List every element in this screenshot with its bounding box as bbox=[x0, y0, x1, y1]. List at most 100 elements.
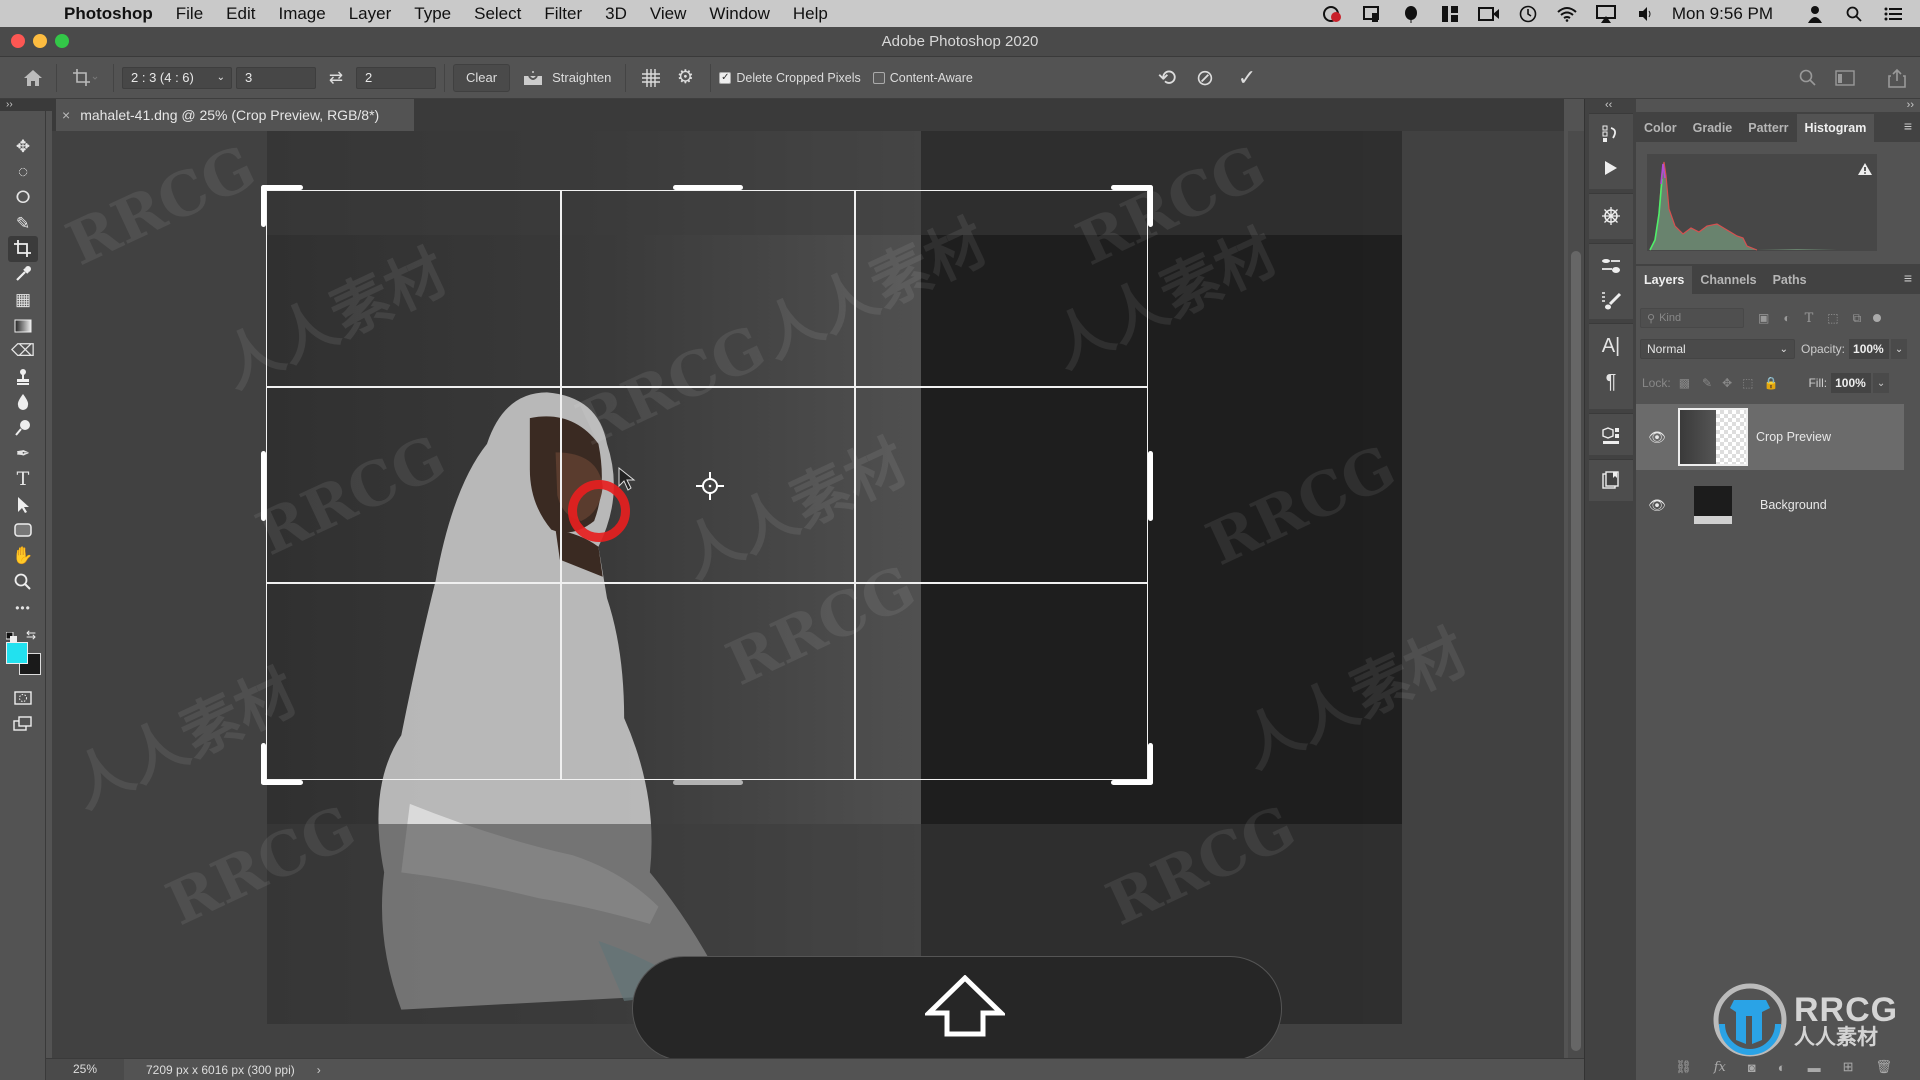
tab-patterns[interactable]: Patterr bbox=[1740, 114, 1796, 142]
tool-rectangle[interactable] bbox=[8, 517, 38, 543]
tab-channels[interactable]: Channels bbox=[1692, 266, 1764, 294]
tool-patch[interactable]: ▦ bbox=[8, 287, 38, 313]
filter-pixel-layers-icon[interactable]: ▣ bbox=[1758, 311, 1769, 325]
panel-menu-icon[interactable]: ≡ bbox=[1904, 118, 1912, 134]
tool-lasso[interactable]: ⵔ bbox=[8, 185, 38, 211]
fill-slider-toggle[interactable]: ⌄ bbox=[1873, 373, 1890, 393]
foreground-color-swatch[interactable] bbox=[6, 642, 28, 664]
swap-colors-icon[interactable]: ⇆ bbox=[26, 628, 36, 642]
character-panel-icon[interactable]: A| bbox=[1593, 329, 1629, 363]
menu-help[interactable]: Help bbox=[793, 4, 828, 24]
tool-pen[interactable]: ✒ bbox=[8, 441, 38, 467]
crop-handle-bottom-right[interactable] bbox=[1111, 780, 1153, 785]
navigator-wheel-icon[interactable] bbox=[1593, 199, 1629, 233]
tool-type[interactable]: T bbox=[8, 466, 38, 492]
airplay-icon[interactable] bbox=[1594, 4, 1618, 23]
tool-crop[interactable] bbox=[8, 236, 38, 262]
tool-eraser[interactable]: ⌫ bbox=[8, 338, 38, 364]
new-layer-icon[interactable]: ⊞ bbox=[1843, 1059, 1854, 1075]
menu-window[interactable]: Window bbox=[709, 4, 769, 24]
layer-visibility-eye-icon[interactable]: 👁 bbox=[1646, 497, 1668, 514]
creative-cloud-icon[interactable] bbox=[1321, 5, 1345, 23]
crop-handle-top-right[interactable] bbox=[1111, 185, 1153, 190]
crop-bounding-box[interactable] bbox=[261, 185, 1153, 785]
screen-mode-button[interactable] bbox=[8, 711, 38, 737]
display-icon[interactable] bbox=[1360, 5, 1384, 23]
straighten-icon[interactable] bbox=[518, 70, 548, 86]
menu-filter[interactable]: Filter bbox=[544, 4, 582, 24]
tool-path-selection[interactable] bbox=[8, 492, 38, 518]
tool-dodge[interactable] bbox=[8, 415, 38, 441]
crop-settings-gear-icon[interactable]: ⚙ bbox=[668, 66, 702, 89]
menu-image[interactable]: Image bbox=[278, 4, 325, 24]
crop-handle-top-edge[interactable] bbox=[673, 185, 743, 190]
opacity-input[interactable]: 100% bbox=[1849, 339, 1890, 359]
collapse-dock-icon[interactable]: ‹‹ bbox=[1605, 99, 1612, 111]
filter-smart-objects-icon[interactable]: ⧉ bbox=[1853, 311, 1862, 326]
new-adjustment-layer-icon[interactable]: ◐ bbox=[1778, 1060, 1786, 1075]
cancel-crop-icon[interactable]: ⊘ bbox=[1190, 65, 1220, 91]
workspace-icon[interactable] bbox=[1832, 69, 1858, 86]
tab-layers[interactable]: Layers bbox=[1636, 266, 1693, 294]
share-icon[interactable] bbox=[1884, 68, 1910, 88]
menu-layer[interactable]: Layer bbox=[349, 4, 392, 24]
overlay-grid-icon[interactable] bbox=[634, 68, 668, 88]
user-icon[interactable] bbox=[1803, 5, 1827, 23]
crop-handle-top-left-v[interactable] bbox=[261, 185, 266, 227]
crop-handle-bottom-right-v[interactable] bbox=[1148, 743, 1153, 785]
layers-panel-menu-icon[interactable]: ≡ bbox=[1904, 270, 1912, 286]
crop-handle-bottom-left-v[interactable] bbox=[261, 743, 266, 785]
tool-blur[interactable] bbox=[8, 389, 38, 415]
crop-handle-left-edge[interactable] bbox=[261, 451, 266, 521]
blend-mode-dropdown[interactable]: Normal ⌄ bbox=[1640, 339, 1795, 359]
delete-layer-trash-icon[interactable]: 🗑 bbox=[1875, 1059, 1892, 1075]
home-icon[interactable] bbox=[18, 69, 48, 87]
expand-panels-icon[interactable]: ›› bbox=[1907, 99, 1914, 111]
grid-app-icon[interactable] bbox=[1438, 5, 1462, 23]
document-canvas[interactable]: RRCG RRCG RRCG RRCG RRCG RRCG RRCG RRCG … bbox=[52, 131, 1564, 1058]
search-icon[interactable] bbox=[1795, 69, 1821, 87]
quick-mask-button[interactable] bbox=[8, 685, 38, 711]
tool-hand[interactable]: ✋ bbox=[8, 543, 38, 569]
crop-width-input[interactable]: 3 bbox=[236, 66, 316, 89]
menu-type[interactable]: Type bbox=[414, 4, 451, 24]
crop-center-point-icon[interactable] bbox=[695, 471, 725, 501]
properties-3d-icon[interactable] bbox=[1593, 419, 1629, 453]
layer-row-background[interactable]: 👁 Background bbox=[1636, 472, 1904, 538]
swap-dimensions-icon[interactable]: ⇄ bbox=[316, 68, 356, 88]
link-layers-icon[interactable]: ⛓ bbox=[1675, 1059, 1692, 1075]
filter-adjustment-layers-icon[interactable]: ◐ bbox=[1783, 311, 1790, 325]
commit-crop-icon[interactable]: ✓ bbox=[1232, 65, 1262, 91]
menubar-clock[interactable]: Mon 9:56 PM bbox=[1672, 4, 1773, 24]
paragraph-panel-icon[interactable]: ¶ bbox=[1593, 365, 1629, 399]
menu-edit[interactable]: Edit bbox=[226, 4, 255, 24]
actions-play-icon[interactable] bbox=[1593, 151, 1629, 185]
crop-handle-bottom-edge[interactable] bbox=[673, 780, 743, 785]
tool-gradient[interactable] bbox=[8, 313, 38, 339]
filter-type-layers-icon[interactable]: T bbox=[1805, 311, 1814, 326]
new-group-folder-icon[interactable]: ▬ bbox=[1808, 1060, 1821, 1075]
tab-paths[interactable]: Paths bbox=[1765, 266, 1815, 294]
tab-color[interactable]: Color bbox=[1636, 114, 1685, 142]
straighten-label[interactable]: Straighten bbox=[552, 70, 611, 85]
clear-button[interactable]: Clear bbox=[453, 63, 511, 92]
lock-position-icon[interactable]: ✥ bbox=[1722, 376, 1732, 390]
status-menu-chevron[interactable]: › bbox=[317, 1063, 321, 1077]
layer-visibility-eye-icon[interactable]: 👁 bbox=[1646, 429, 1668, 446]
crop-tool-preset-icon[interactable] bbox=[65, 68, 105, 88]
libraries-panel-icon[interactable] bbox=[1593, 463, 1629, 497]
tool-clone-stamp[interactable] bbox=[8, 364, 38, 390]
menu-3d[interactable]: 3D bbox=[605, 4, 627, 24]
reset-crop-icon[interactable]: ⟲ bbox=[1152, 65, 1182, 91]
tool-quick-selection[interactable]: ✎ bbox=[8, 211, 38, 237]
tab-histogram[interactable]: Histogram bbox=[1796, 114, 1875, 142]
filter-toggle-icon[interactable] bbox=[1873, 314, 1882, 322]
lock-image-pixels-icon[interactable]: ✎ bbox=[1702, 376, 1712, 390]
fill-input[interactable]: 100% bbox=[1831, 373, 1872, 393]
aspect-ratio-dropdown[interactable]: 2 : 3 (4 : 6) ⌄ bbox=[122, 66, 232, 89]
menu-app-photoshop[interactable]: Photoshop bbox=[64, 4, 153, 24]
opacity-slider-toggle[interactable]: ⌄ bbox=[1891, 339, 1908, 359]
wifi-icon[interactable] bbox=[1555, 5, 1579, 23]
lock-transparent-pixels-icon[interactable]: ▩ bbox=[1679, 376, 1690, 390]
tool-eyedropper[interactable] bbox=[8, 261, 38, 287]
